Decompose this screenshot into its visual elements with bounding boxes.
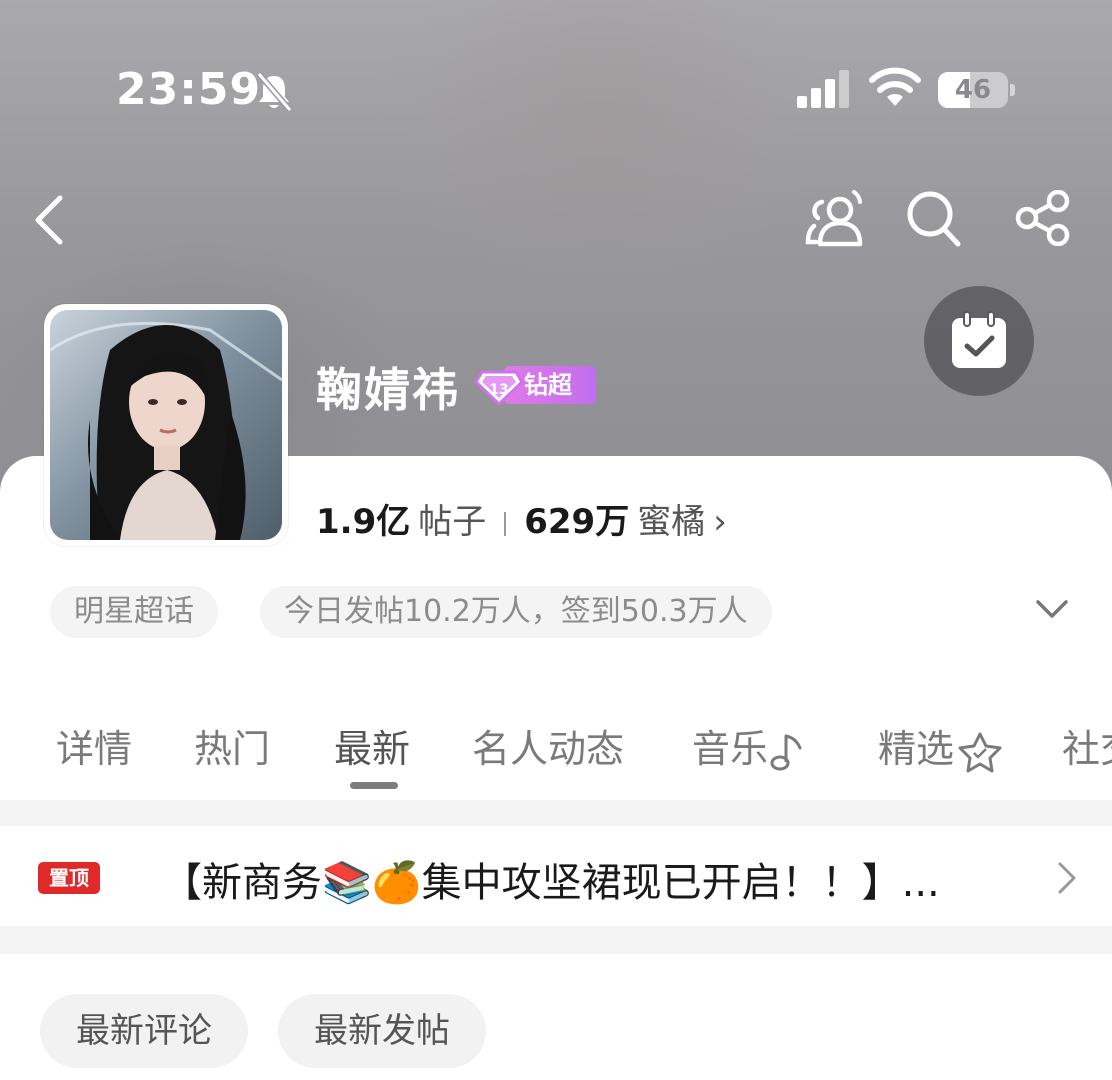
calendar-check-icon: [952, 311, 1006, 368]
battery-indicator: 46: [938, 72, 1016, 110]
chevron-right-icon[interactable]: [1054, 858, 1080, 898]
tab-celebrity-news[interactable]: 名人动态: [472, 718, 624, 773]
tab-hot[interactable]: 热门: [194, 718, 270, 773]
avatar[interactable]: [44, 304, 288, 546]
pinned-post[interactable]: 置顶 【新商务📚🍊集中攻坚裙现已开启！！】...: [0, 826, 1112, 926]
tab-music[interactable]: 音乐: [692, 718, 808, 773]
badge-label: 钻超: [524, 371, 572, 399]
music-note-icon: [770, 734, 802, 770]
filter-latest-comments[interactable]: 最新评论: [40, 994, 248, 1068]
status-time: 23:59: [116, 64, 262, 115]
diamond-super-badge[interactable]: 13 钻超: [474, 364, 598, 406]
diamond-icon: 13: [474, 370, 524, 406]
tab-featured[interactable]: 精选: [878, 718, 1004, 773]
posts-count: 1.9亿: [316, 502, 411, 542]
fans-label[interactable]: 蜜橘: [637, 502, 705, 542]
pinned-post-title[interactable]: 【新商务📚🍊集中攻坚裙现已开启！！】...: [162, 850, 1022, 908]
back-arrow-icon[interactable]: [30, 192, 70, 248]
bell-off-icon: [256, 72, 293, 112]
sort-filter-row: 最新评论 最新发帖: [0, 954, 1112, 1080]
posts-label: 帖子: [418, 502, 487, 542]
nav-bar: [0, 180, 1112, 260]
active-tab-indicator: [350, 782, 398, 789]
tab-latest[interactable]: 最新: [334, 718, 410, 773]
fans-chevron-icon[interactable]: ›: [713, 502, 727, 542]
pinned-badge: 置顶: [38, 862, 100, 894]
stats-divider: [504, 511, 507, 536]
search-icon[interactable]: [904, 188, 962, 248]
share-icon[interactable]: [1014, 190, 1072, 246]
tab-details[interactable]: 详情: [56, 718, 132, 773]
members-icon[interactable]: [804, 186, 868, 248]
tag-category[interactable]: 明星超话: [50, 586, 218, 638]
svg-text:13: 13: [489, 382, 508, 398]
tab-bar: 详情 热门 最新 名人动态 音乐 精选 社交: [0, 706, 1112, 796]
star-badge-icon: [958, 732, 1002, 772]
fans-count[interactable]: 629万: [524, 502, 629, 542]
avatar-portrait: [50, 310, 282, 540]
battery-percent: 46: [954, 75, 992, 105]
profile-name: 鞠婧祎: [316, 363, 460, 417]
wifi-icon: [869, 67, 921, 106]
status-bar: 23:59 46: [0, 0, 1112, 180]
checkin-button[interactable]: [924, 286, 1034, 396]
tab-featured-label: 精选: [878, 727, 955, 771]
tab-music-label: 音乐: [692, 727, 769, 771]
filter-latest-posts[interactable]: 最新发帖: [278, 994, 486, 1068]
signal-icon: [797, 70, 849, 108]
community-stats: 1.9亿 帖子 629万 蜜橘 ›: [316, 494, 727, 544]
tab-social[interactable]: 社交: [1062, 718, 1112, 773]
tag-daily-activity[interactable]: 今日发帖10.2万人，签到50.3万人: [260, 586, 772, 638]
chevron-down-icon[interactable]: [1032, 594, 1072, 626]
